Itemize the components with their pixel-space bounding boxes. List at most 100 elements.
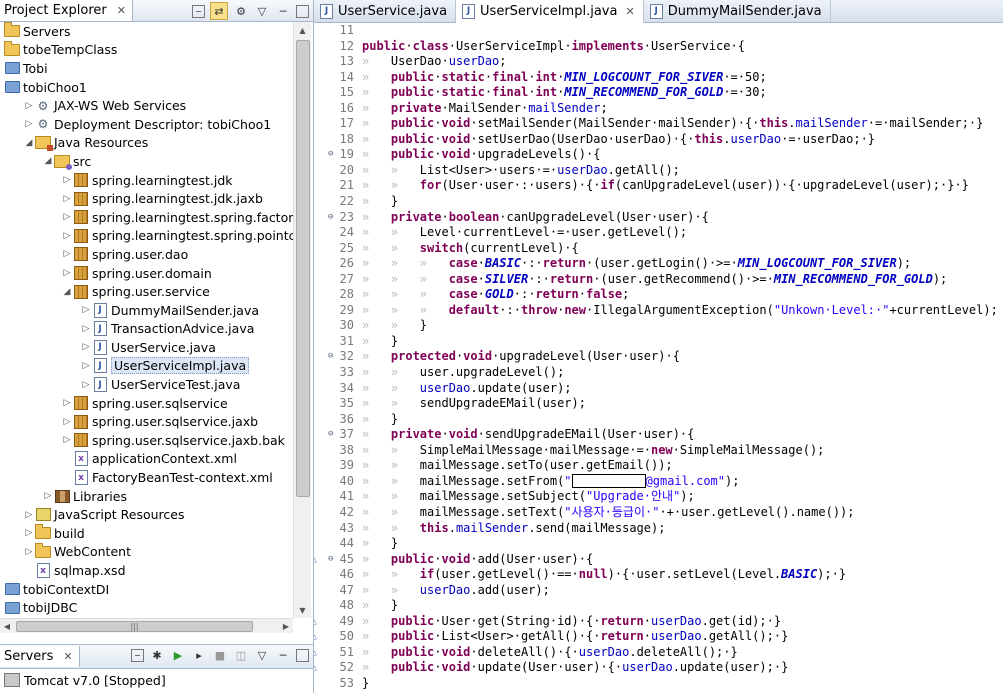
scroll-thumb-horizontal[interactable]: ||| <box>16 621 253 632</box>
expand-arrow-icon[interactable]: ◢ <box>23 138 35 148</box>
code-line: △ 49 » public·User·get(String·id)·{·return… <box>314 614 1003 630</box>
tree-item[interactable]: ▷ JavaScript Resources <box>0 505 293 524</box>
tree-item[interactable]: ▷ J TransactionAdvice.java <box>0 320 293 339</box>
tree-item[interactable]: x applicationContext.xml <box>0 450 293 469</box>
tree-item[interactable]: x FactoryBeanTest-context.xml <box>0 468 293 487</box>
tree-horizontal-scrollbar[interactable]: ◀ ||| ▶ <box>0 618 293 633</box>
tree-item[interactable]: ◢ spring.user.service <box>0 282 293 301</box>
expand-arrow-icon[interactable]: ▷ <box>80 342 92 352</box>
tree-item[interactable]: x sqlmap.xsd <box>0 561 293 580</box>
collapse-all-icon[interactable]: − <box>131 648 144 662</box>
expand-arrow-icon[interactable]: ▷ <box>61 231 73 241</box>
tree-item[interactable]: ▷ WebContent <box>0 542 293 562</box>
expand-arrow-icon[interactable]: ▷ <box>61 175 73 185</box>
project-explorer-tab[interactable]: Project Explorer ✕ <box>0 0 133 21</box>
editor-tab[interactable]: J UserServiceImpl.java ✕ <box>456 0 644 23</box>
tree-item[interactable]: ▷ J UserServiceImpl.java <box>0 357 293 376</box>
editor-tab[interactable]: J DummyMailSender.java <box>644 0 831 22</box>
tree-item[interactable]: ▷ J DummyMailSender.java <box>0 301 293 320</box>
scroll-thumb[interactable] <box>296 40 310 497</box>
run-icon[interactable]: ▶ <box>170 647 186 663</box>
scroll-down-icon[interactable]: ▼ <box>294 602 311 618</box>
close-icon[interactable]: ✕ <box>63 650 72 663</box>
tree-item[interactable]: ▷ spring.learningtest.jdk.jaxb <box>0 189 293 208</box>
tree-item[interactable]: ▷ spring.learningtest.jdk <box>0 171 293 190</box>
expand-arrow-icon[interactable]: ▷ <box>80 324 92 334</box>
line-number-text: 18 <box>339 131 354 146</box>
tree-item[interactable]: ▷ ⚙ Deployment Descriptor: tobiChoo1 <box>0 115 293 134</box>
close-icon[interactable]: ✕ <box>117 4 126 17</box>
code-line: 29 » » » default·:·throw·new·IllegalArgum… <box>314 303 1003 319</box>
tree-item[interactable]: ▷ spring.learningtest.spring.pointcut <box>0 227 293 246</box>
tree-item[interactable]: ▷ ⚙ JAX-WS Web Services <box>0 96 293 115</box>
tree-item[interactable]: ▷ spring.user.domain <box>0 264 293 283</box>
tree-item[interactable]: ◢ Java Resources <box>0 134 293 153</box>
tree-item[interactable]: ▷ build <box>0 524 293 543</box>
expand-arrow-icon[interactable]: ▷ <box>61 398 73 408</box>
expand-arrow-icon[interactable]: ▷ <box>80 361 92 371</box>
link-with-editor-icon[interactable]: ⇄ <box>210 2 228 20</box>
tree-item[interactable]: tobiChoo1 <box>0 78 293 97</box>
scroll-left-icon[interactable]: ◀ <box>0 619 14 633</box>
fold-toggle-icon[interactable]: ⊖ <box>328 349 333 365</box>
tree-item[interactable]: ▷ spring.user.sqlservice <box>0 394 293 413</box>
expand-arrow-icon[interactable]: ▷ <box>23 101 35 111</box>
expand-arrow-icon[interactable]: ▷ <box>61 212 73 222</box>
line-number: 13 <box>314 54 358 70</box>
expand-arrow-icon[interactable]: ▷ <box>61 194 73 204</box>
expand-arrow-icon[interactable]: ▷ <box>42 491 54 501</box>
minimize-icon[interactable]: ─ <box>275 647 291 663</box>
expand-arrow-icon[interactable]: ▷ <box>23 510 35 520</box>
tree-item[interactable]: tobiJDBC <box>0 598 293 617</box>
fold-toggle-icon[interactable]: ⊖ <box>328 427 333 443</box>
server-item[interactable]: Tomcat v7.0 [Stopped] <box>0 669 313 691</box>
expand-arrow-icon[interactable]: ▷ <box>23 547 35 557</box>
fold-toggle-icon[interactable]: ⊖ <box>328 147 333 163</box>
code-token: Level·currentLevel·=·user.getLevel(); <box>419 225 688 240</box>
servers-tab[interactable]: Servers ✕ <box>0 646 80 667</box>
debug-icon[interactable]: ✱ <box>149 647 165 663</box>
tree-item[interactable]: ▷ spring.user.sqlservice.jaxb.bak <box>0 431 293 450</box>
expand-arrow-icon[interactable]: ▷ <box>80 380 92 390</box>
tree-item[interactable]: Servers <box>0 22 293 41</box>
tree-item[interactable]: tobeTempClass <box>0 40 293 60</box>
view-menu-icon[interactable]: ▽ <box>254 3 270 19</box>
code-editor[interactable]: 11 12 public·class·UserServiceImpl·impleme… <box>314 23 1003 693</box>
tree-item[interactable]: ▷ spring.learningtest.spring.factorybean <box>0 208 293 227</box>
line-number-text: 46 <box>339 567 354 582</box>
tree-item[interactable]: ▷ J UserService.java <box>0 338 293 357</box>
minimize-icon[interactable]: ─ <box>275 3 291 19</box>
filter-icon[interactable]: ⚙ <box>233 3 249 19</box>
expand-arrow-icon[interactable]: ◢ <box>42 156 54 166</box>
fold-toggle-icon[interactable]: ⊖ <box>328 210 333 226</box>
publish-icon[interactable]: ◫ <box>233 647 249 663</box>
expand-arrow-icon[interactable]: ▷ <box>80 305 92 315</box>
tree-item[interactable]: ▷ Libraries <box>0 487 293 506</box>
expand-arrow-icon[interactable]: ▷ <box>61 268 73 278</box>
view-menu-icon[interactable]: ▽ <box>254 647 270 663</box>
fold-toggle-icon[interactable]: ⊖ <box>328 552 333 568</box>
maximize-icon[interactable] <box>296 648 309 662</box>
tree-item[interactable]: ▷ spring.user.dao <box>0 245 293 264</box>
expand-arrow-icon[interactable]: ◢ <box>61 287 73 297</box>
expand-arrow-icon[interactable]: ▷ <box>23 119 35 129</box>
editor-tab[interactable]: J UserService.java <box>314 0 457 22</box>
maximize-icon[interactable] <box>296 4 309 18</box>
profile-icon[interactable]: ▸ <box>191 647 207 663</box>
expand-arrow-icon[interactable]: ▷ <box>61 435 73 445</box>
tree-item[interactable]: ◢ src <box>0 152 293 171</box>
tree-item[interactable]: ▷ J UserServiceTest.java <box>0 375 293 394</box>
expand-arrow-icon[interactable]: ▷ <box>23 528 35 538</box>
collapse-all-icon[interactable]: − <box>192 4 205 18</box>
tree-item[interactable]: ▷ spring.user.sqlservice.jaxb <box>0 412 293 431</box>
tree-item[interactable]: tobiContextDI <box>0 580 293 599</box>
scroll-right-icon[interactable]: ▶ <box>279 619 293 633</box>
close-icon[interactable]: ✕ <box>625 5 634 18</box>
stop-icon[interactable]: ■ <box>212 647 228 663</box>
tree-vertical-scrollbar[interactable]: ▲ ▼ <box>293 22 311 618</box>
expand-arrow-icon[interactable]: ▷ <box>61 417 73 427</box>
scroll-up-icon[interactable]: ▲ <box>294 22 311 38</box>
project-icon <box>4 582 20 596</box>
expand-arrow-icon[interactable]: ▷ <box>61 249 73 259</box>
tree-item[interactable]: Tobi <box>0 59 293 78</box>
